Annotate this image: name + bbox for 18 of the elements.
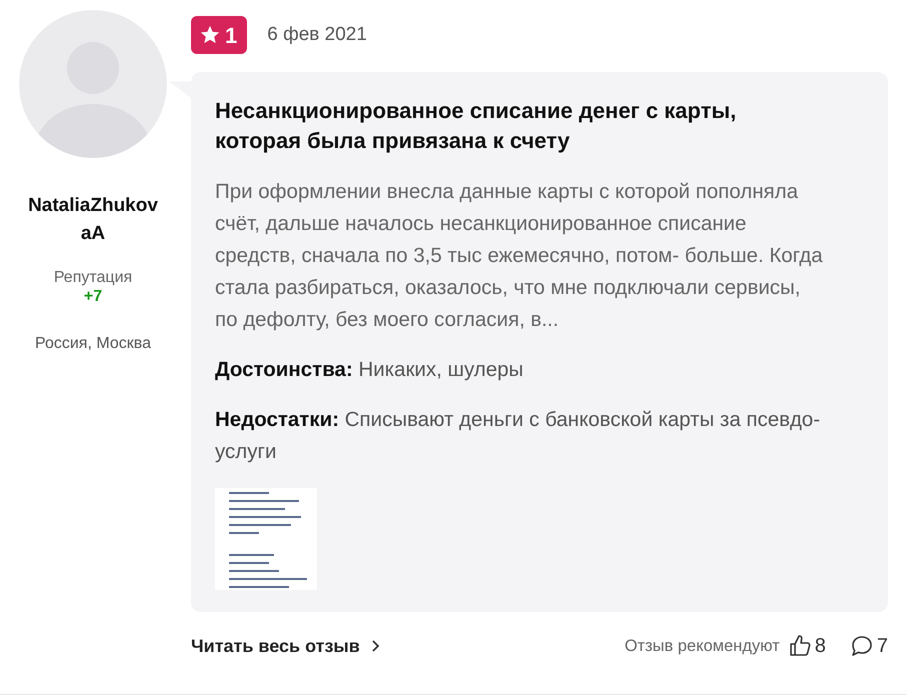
thumbs-up-icon: [788, 634, 812, 658]
rating-badge: 1: [191, 16, 248, 54]
review-text: При оформлении внесла данные карты с которой пополняла счёт, дальше началось несанкционированное списание средств, сначала по 3,5 тыс ежемесячно, потом- больше. Когда стала разбираться, оказалось, что мне подключали сервисы, по дефолту, без моего согласия, в...: [215, 179, 824, 333]
author-location: Россия, Москва: [35, 334, 151, 354]
comment-icon: [850, 634, 874, 658]
pros-text: Достоинства: Никаких, шулеры: [215, 357, 524, 383]
cons-text: Недостатки: Списывают деньги с банковской карты за псевдо-услуги: [215, 407, 822, 465]
comments-button[interactable]: 7: [850, 631, 888, 661]
author-name[interactable]: NataliaZhukovaA: [23, 192, 163, 248]
review-title[interactable]: Несанкционированное списание денег с карты, которая была привязана к счету: [215, 96, 828, 156]
read-more-link[interactable]: Читать весь отзыв: [191, 632, 380, 660]
reputation-value: +7: [84, 288, 102, 306]
star-icon: [199, 24, 221, 46]
review-date: 6 фев 2021: [267, 22, 367, 47]
reputation-label: Репутация: [54, 268, 132, 288]
like-button[interactable]: 8: [788, 631, 826, 661]
recommend-label: Отзыв рекомендуют: [624, 636, 780, 657]
chevron-right-icon: [370, 639, 380, 653]
